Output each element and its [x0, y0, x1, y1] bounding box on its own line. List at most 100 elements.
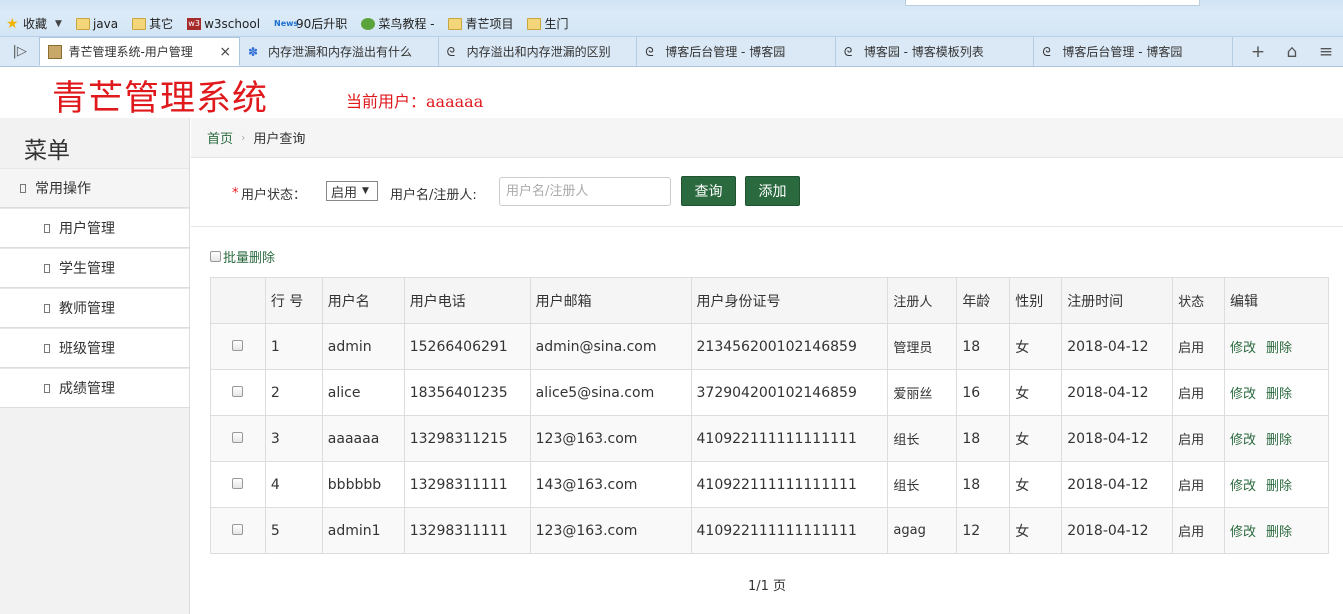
row-checkbox[interactable]: [232, 523, 244, 535]
new-tab-icon[interactable]: +: [1241, 42, 1275, 62]
sidebar-toggle-icon[interactable]: |▷: [0, 37, 39, 66]
cell-phone: 18356401235: [403, 369, 531, 416]
sidebar-item-teachers[interactable]: 教师管理: [0, 288, 189, 328]
browser-search-box[interactable]: [905, 0, 1200, 6]
close-icon[interactable]: ×: [219, 44, 231, 60]
batch-delete-checkbox[interactable]: [210, 251, 221, 262]
cell-id-number: 213456200102146859: [690, 323, 889, 370]
name-search-input[interactable]: [499, 177, 671, 206]
cell-age: 18: [956, 323, 1011, 370]
w3school-icon: w3: [187, 17, 202, 30]
delete-link[interactable]: 删除: [1266, 479, 1292, 494]
folder-icon: [527, 17, 542, 30]
query-button[interactable]: 查询: [681, 176, 736, 206]
cell-row-number: 4: [264, 461, 323, 508]
cell-email: admin@sina.com: [529, 323, 692, 370]
row-checkbox[interactable]: [232, 385, 244, 397]
table-row: 3 aaaaaa 13298311215 123@163.com 4109221…: [210, 415, 1329, 462]
add-button[interactable]: 添加: [745, 176, 800, 206]
chevron-right-icon: ›: [241, 131, 246, 144]
menu-glyph-icon: [44, 223, 50, 233]
restore-tab-icon[interactable]: ⌂: [1275, 42, 1309, 62]
cnblogs-icon: ᘓ: [645, 44, 654, 59]
status-label: 用户状态：: [241, 188, 307, 203]
delete-link[interactable]: 删除: [1266, 525, 1292, 540]
tab-tools: + ⌂ ≡: [1241, 37, 1343, 66]
browser-title-bar: [0, 0, 1343, 11]
row-select-cell: [210, 415, 266, 462]
status-select[interactable]: 启用 ▼: [326, 181, 378, 201]
bookmark-shengmen[interactable]: 生门: [527, 15, 569, 32]
sidebar-group-common[interactable]: 常用操作: [0, 168, 189, 208]
browser-tab-active[interactable]: 青芒管理系统-用户管理 ×: [39, 37, 241, 66]
row-select-cell: [210, 461, 266, 508]
runoob-icon: [361, 17, 376, 30]
search-form: * 用户状态： 启用 ▼ 用户名/注册人: 查询 添加: [191, 158, 1343, 227]
bookmark-favorites[interactable]: ★ 收藏 ▼: [6, 15, 62, 32]
sidebar-item-grades[interactable]: 成绩管理: [0, 368, 189, 408]
row-checkbox[interactable]: [232, 431, 244, 443]
batch-delete[interactable]: 批量删除: [210, 247, 275, 266]
cell-registrar: 组长: [887, 461, 958, 508]
required-star: *: [232, 186, 239, 201]
sidebar-item-users[interactable]: 用户管理: [0, 208, 189, 248]
menu-glyph-icon: [44, 343, 50, 353]
cell-id-number: 372904200102146859: [690, 369, 889, 416]
bookmark-w3school[interactable]: w3 w3school: [187, 17, 260, 31]
bookmark-other[interactable]: 其它: [132, 15, 173, 32]
menu-title: 菜单: [0, 118, 189, 168]
browser-tab[interactable]: ᘓ 内存溢出和内存泄漏的区别: [439, 37, 638, 66]
col-header-status: 状态: [1172, 277, 1226, 324]
browser-tab[interactable]: ᘓ 博客后台管理 - 博客园: [637, 37, 836, 66]
cnblogs-icon: ᘓ: [843, 44, 853, 59]
sidebar-item-students[interactable]: 学生管理: [0, 248, 189, 288]
bookmark-java[interactable]: java: [75, 17, 118, 31]
edit-link[interactable]: 修改: [1230, 479, 1256, 494]
edit-link[interactable]: 修改: [1230, 525, 1256, 540]
browser-tab[interactable]: ✽ 内存泄漏和内存溢出有什么: [240, 37, 439, 66]
bookmark-promotion[interactable]: News 90后升职: [274, 15, 347, 32]
cell-username: admin: [321, 323, 405, 370]
menu-icon[interactable]: ≡: [1309, 42, 1343, 62]
col-header-edit: 编辑: [1224, 277, 1329, 324]
delete-link[interactable]: 删除: [1266, 433, 1292, 448]
row-checkbox[interactable]: [232, 339, 244, 351]
cell-email: alice5@sina.com: [529, 369, 692, 416]
edit-link[interactable]: 修改: [1230, 433, 1256, 448]
news-icon: News: [274, 18, 299, 28]
browser-tab[interactable]: ᘓ 博客园 - 博客模板列表: [836, 37, 1035, 66]
col-header-email: 用户邮箱: [529, 277, 692, 324]
browser-tab[interactable]: ᘓ 博客后台管理 - 博客园: [1034, 37, 1234, 66]
main-content: 首页 › 用户查询 * 用户状态： 启用 ▼ 用户名/注册人: 查询 添加 批量…: [191, 118, 1343, 614]
edit-link[interactable]: 修改: [1230, 341, 1256, 356]
breadcrumb-home[interactable]: 首页: [207, 128, 233, 147]
current-user-label: 当前用户：aaaaaa: [346, 92, 484, 111]
cnblogs-icon: ᘓ: [446, 44, 456, 59]
cell-actions: 修改 删除: [1224, 323, 1329, 370]
row-select-cell: [210, 323, 266, 370]
edit-link[interactable]: 修改: [1230, 387, 1256, 402]
folder-icon: [448, 17, 463, 30]
table-row: 5 admin1 13298311111 123@163.com 4109221…: [210, 507, 1329, 554]
col-header-age: 年龄: [956, 277, 1011, 324]
cell-id-number: 410922111111111111: [690, 507, 889, 554]
cell-row-number: 2: [264, 369, 323, 416]
delete-link[interactable]: 删除: [1266, 341, 1292, 356]
sidebar-item-classes[interactable]: 班级管理: [0, 328, 189, 368]
row-checkbox[interactable]: [232, 477, 244, 489]
breadcrumb: 首页 › 用户查询: [191, 118, 1343, 158]
cell-registered-at: 2018-04-12: [1061, 415, 1174, 462]
cell-username: admin1: [321, 507, 405, 554]
cell-registrar: agag: [887, 507, 958, 554]
col-header-row-number: 行 号: [264, 277, 323, 324]
cell-phone: 13298311111: [403, 507, 531, 554]
cell-row-number: 5: [264, 507, 323, 554]
chevron-down-icon[interactable]: ▼: [55, 19, 62, 29]
name-label: 用户名/注册人:: [390, 188, 477, 203]
table-header-row: 行 号 用户名 用户电话 用户邮箱 用户身份证号 注册人 年龄 性别 注册时间 …: [210, 277, 1329, 324]
delete-link[interactable]: 删除: [1266, 387, 1292, 402]
bookmark-qingmang[interactable]: 青芒项目: [448, 15, 513, 32]
bookmark-runoob[interactable]: 菜鸟教程 -: [361, 15, 434, 32]
cell-gender: 女: [1009, 369, 1063, 416]
col-header-select: [210, 277, 266, 324]
